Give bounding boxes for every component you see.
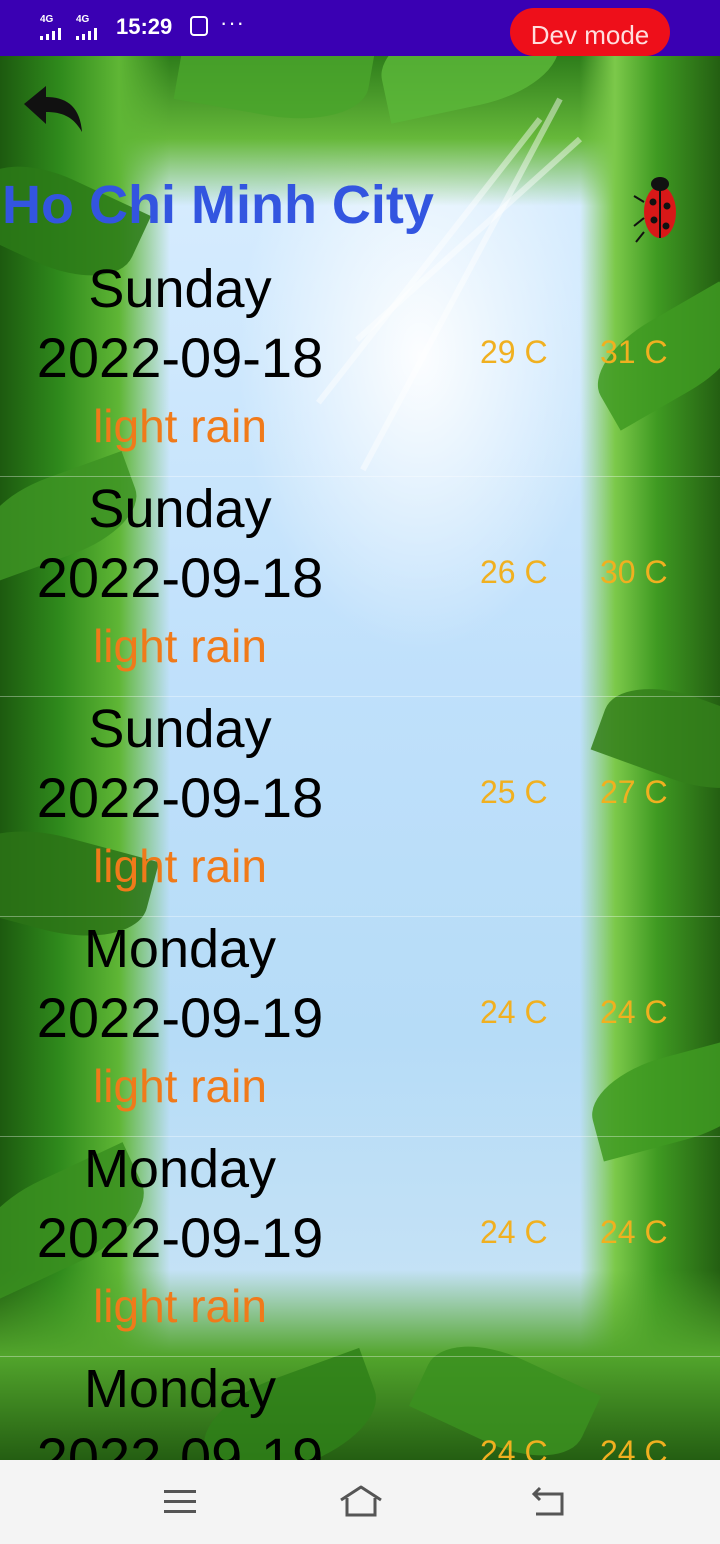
forecast-day: Monday xyxy=(83,1139,277,1199)
temp-min: 24 C xyxy=(480,1214,548,1250)
home-icon[interactable] xyxy=(338,1484,384,1520)
signal-icon: 4G xyxy=(40,14,72,40)
forecast-date: 2022-09-19 xyxy=(36,1426,324,1460)
temp-max: 30 C xyxy=(600,554,668,590)
forecast-row[interactable]: Monday 2022-09-19 light rain 24 C 24 C xyxy=(0,1136,720,1357)
ladybug-icon xyxy=(633,177,676,243)
forecast-description: light rain xyxy=(93,1060,267,1112)
signal-icon: 4G xyxy=(76,14,108,40)
city-title: Ho Chi Minh City xyxy=(2,175,434,235)
status-bar: 4G 4G 15:29 ··· Dev mode xyxy=(0,0,720,56)
forecast-date: 2022-09-19 xyxy=(36,1206,324,1269)
forecast-description: light rain xyxy=(93,1280,267,1332)
network-type-label: 4G xyxy=(76,14,90,25)
temp-min: 24 C xyxy=(480,1434,548,1460)
temp-max: 27 C xyxy=(600,774,668,810)
forecast-row[interactable]: Sunday 2022-09-18 light rain 29 C 31 C xyxy=(0,256,720,477)
temp-min: 25 C xyxy=(480,774,548,810)
menu-icon[interactable] xyxy=(160,1484,200,1520)
back-icon[interactable] xyxy=(528,1484,568,1520)
temp-min: 29 C xyxy=(480,334,548,370)
forecast-row[interactable]: Monday 2022-09-19 light rain 24 C 24 C xyxy=(0,916,720,1137)
navigation-bar xyxy=(0,1460,720,1544)
forecast-day: Sunday xyxy=(88,259,272,319)
notification-icon xyxy=(190,16,208,36)
forecast-date: 2022-09-19 xyxy=(36,986,324,1049)
forecast-row[interactable]: Monday 2022-09-19 24 C 24 C xyxy=(0,1356,720,1460)
temp-max: 24 C xyxy=(600,1434,668,1460)
back-arrow-icon[interactable] xyxy=(22,84,86,136)
temp-max: 31 C xyxy=(600,334,668,370)
forecast-day: Monday xyxy=(83,1359,277,1419)
forecast-day: Sunday xyxy=(88,699,272,759)
forecast-day: Monday xyxy=(83,919,277,979)
temp-min: 26 C xyxy=(480,554,548,590)
forecast-screen: Ho Chi Minh City Sunday 2022-09-18 light… xyxy=(0,56,720,1460)
dev-mode-badge[interactable]: Dev mode xyxy=(510,8,670,56)
forecast-row[interactable]: Sunday 2022-09-18 light rain 25 C 27 C xyxy=(0,696,720,917)
temp-max: 24 C xyxy=(600,994,668,1030)
forecast-row[interactable]: Sunday 2022-09-18 light rain 26 C 30 C xyxy=(0,476,720,697)
temp-max: 24 C xyxy=(600,1214,668,1250)
temp-min: 24 C xyxy=(480,994,548,1030)
status-time: 15:29 xyxy=(116,14,173,39)
forecast-description: light rain xyxy=(93,620,267,672)
forecast-day: Sunday xyxy=(88,479,272,539)
network-type-label: 4G xyxy=(40,14,54,25)
forecast-date: 2022-09-18 xyxy=(36,766,324,829)
forecast-description: light rain xyxy=(93,840,267,892)
forecast-date: 2022-09-18 xyxy=(36,546,324,609)
forecast-description: light rain xyxy=(93,400,267,452)
forecast-date: 2022-09-18 xyxy=(36,326,324,389)
more-notifications-icon: ··· xyxy=(220,10,245,35)
